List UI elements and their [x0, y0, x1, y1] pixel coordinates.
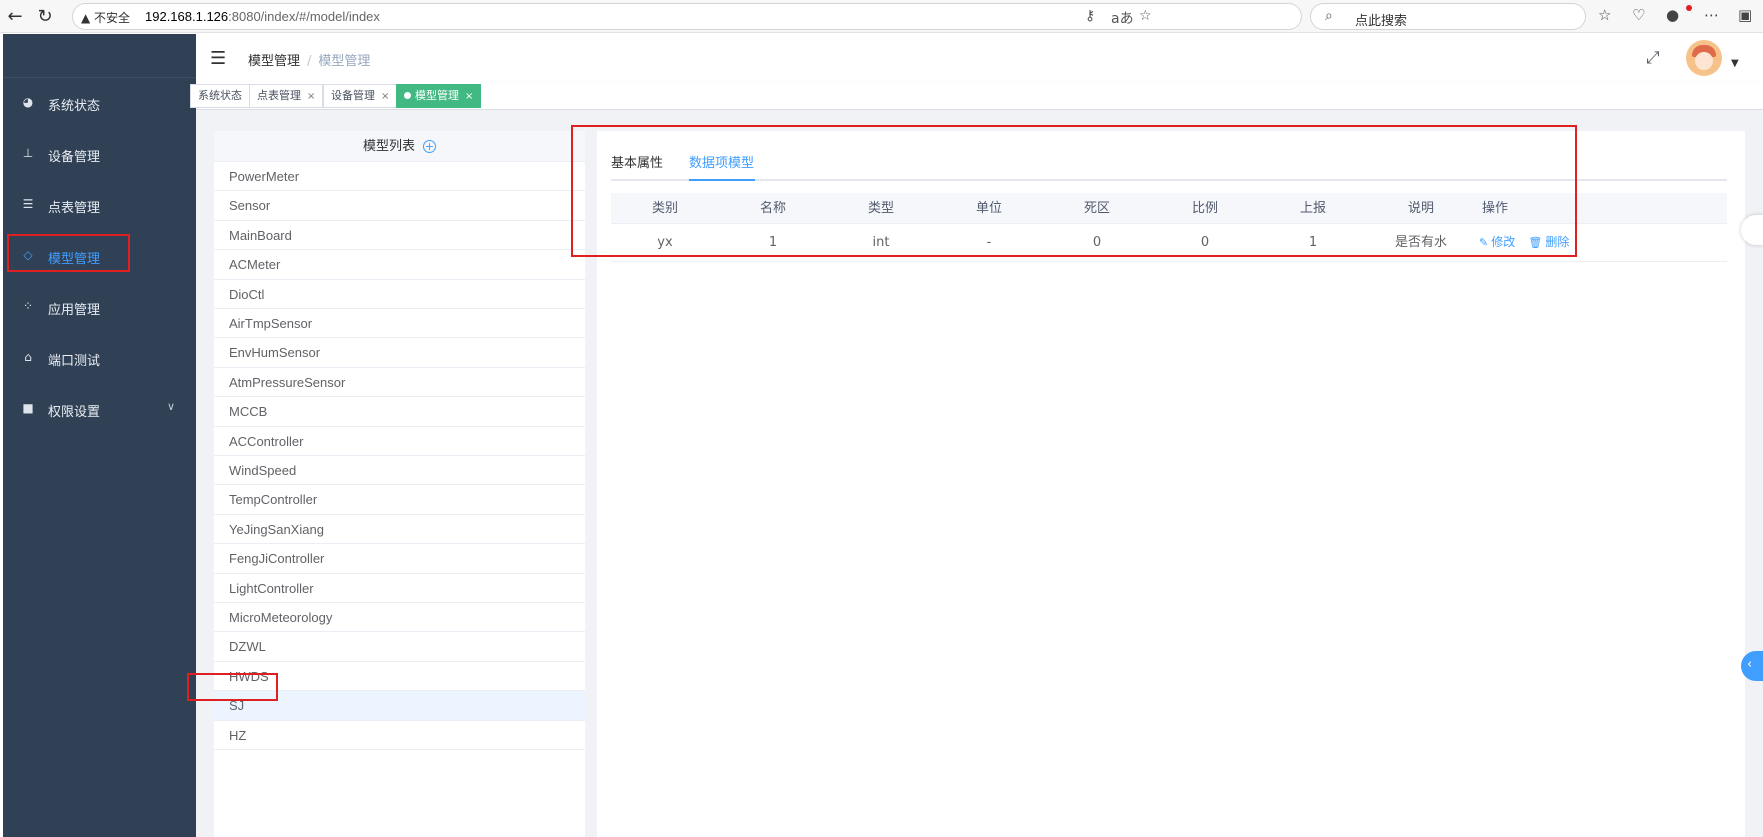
port-icon: ⌂ [24, 350, 32, 364]
sidebar-item-label: 端口测试 [48, 354, 101, 369]
profile-icon[interactable]: ● [1666, 6, 1679, 24]
breadcrumb: 模型管理 / 模型管理 [248, 50, 370, 69]
more-icon[interactable]: ⋯ [1704, 6, 1719, 24]
translate-icon[interactable]: aあ [1111, 8, 1134, 28]
tag-device-management[interactable]: 设备管理 × [323, 84, 398, 108]
highlight-box-model-menu [7, 234, 130, 272]
dashboard-icon: ◕ [22, 95, 34, 109]
model-list-item[interactable]: ACMeter [214, 250, 585, 280]
model-list-item[interactable]: DioCtl [214, 280, 585, 309]
tag-point-table[interactable]: 点表管理 × [249, 84, 324, 108]
sidebar-item-label: 系统状态 [48, 99, 101, 114]
sidebar-logo-area [3, 34, 196, 78]
highlight-box-sj-item [187, 673, 278, 701]
favorite-star-icon[interactable]: ☆ [1139, 8, 1152, 24]
sidebar-item-port-test[interactable]: ⌂ 端口测试 [3, 333, 196, 384]
model-list-header: 模型列表 + [214, 131, 585, 162]
model-list-item[interactable]: Sensor [214, 191, 585, 221]
insecure-label: 不安全 [94, 11, 131, 25]
sidebar-item-app-management[interactable]: ⁘ 应用管理 [3, 282, 196, 333]
model-list-item[interactable]: ACController [214, 427, 585, 456]
model-list-item[interactable]: AirTmpSensor [214, 309, 585, 339]
key-icon[interactable]: ⚷ [1085, 8, 1095, 24]
url-host: 192.168.1.126 [145, 9, 229, 24]
browser-search-box[interactable]: ⌕ 点此搜索 [1310, 3, 1586, 30]
tree-icon: ⊥ [22, 146, 34, 160]
list-icon: ☰ [22, 197, 34, 211]
active-dot-icon [404, 92, 411, 99]
fullscreen-icon[interactable]: ⤢ [1646, 48, 1660, 68]
chevron-left-icon: ‹ [1747, 657, 1753, 672]
chevron-down-icon: ∨ [167, 400, 176, 413]
main-content: 模型列表 + PowerMeter Sensor MainBoard ACMeter Di… [187, 111, 1763, 837]
sidebar-item-label: 权限设置 [48, 405, 101, 420]
lock-icon: ■ [22, 401, 34, 415]
address-bar[interactable]: ▲ 不安全 192.168.1.126:8080/index/#/model/i… [72, 3, 1302, 30]
model-list-item[interactable]: YeJingSanXiang [214, 515, 585, 545]
floating-settings-button[interactable] [1741, 215, 1763, 245]
avatar-face [1695, 52, 1713, 70]
model-list-item[interactable]: TempController [214, 485, 585, 515]
model-list-item[interactable]: AtmPressureSensor [214, 368, 585, 398]
breadcrumb-item[interactable]: 模型管理 [248, 54, 300, 69]
floating-collapse-button[interactable]: ‹ [1741, 651, 1763, 681]
close-icon[interactable]: × [381, 91, 389, 102]
tag-label: 设备管理 [331, 89, 375, 102]
url-path: :8080/index/#/model/index [228, 9, 380, 24]
sidebar: ◕ 系统状态 ⊥ 设备管理 ☰ 点表管理 ◇ 模型管理 ⁘ 应用管理 ⌂ 端口测… [3, 34, 196, 837]
sidebar-item-label: 应用管理 [48, 303, 101, 318]
model-list-panel: 模型列表 + PowerMeter Sensor MainBoard ACMeter Di… [214, 131, 585, 837]
tag-system-status[interactable]: 系统状态 [190, 84, 250, 108]
avatar[interactable] [1686, 40, 1722, 76]
sidebar-item-label: 点表管理 [48, 201, 101, 216]
add-model-icon[interactable]: + [423, 140, 436, 153]
search-placeholder: 点此搜索 [1355, 14, 1408, 29]
sidebar-toggle-icon[interactable]: ▣ [1738, 6, 1752, 24]
back-icon[interactable]: ← [4, 6, 26, 28]
hamburger-icon[interactable]: ☰ [210, 48, 226, 69]
insecure-indicator[interactable]: ▲ 不安全 [81, 9, 130, 26]
model-list-item[interactable]: MainBoard [214, 221, 585, 251]
breadcrumb-item-current: 模型管理 [318, 54, 371, 69]
caret-down-icon[interactable]: ▼ [1731, 58, 1739, 69]
sidebar-item-label: 设备管理 [48, 150, 101, 165]
browser-toolbar: ← ↻ ▲ 不安全 192.168.1.126:8080/index/#/mod… [0, 0, 1763, 33]
tag-label: 点表管理 [257, 89, 301, 102]
apps-icon: ⁘ [22, 299, 34, 313]
model-list-item[interactable]: PowerMeter [214, 162, 585, 192]
sidebar-item-point-table[interactable]: ☰ 点表管理 [3, 180, 196, 231]
breadcrumb-separator: / [307, 54, 312, 69]
health-icon[interactable]: ♡ [1632, 6, 1645, 24]
search-icon: ⌕ [1325, 8, 1333, 24]
model-list-title: 模型列表 [362, 139, 415, 154]
close-icon[interactable]: × [307, 91, 315, 102]
top-navbar: ☰ 模型管理 / 模型管理 ⤢ ▼ [196, 34, 1763, 82]
notification-dot [1686, 5, 1692, 11]
model-list-item[interactable]: MCCB [214, 397, 585, 427]
model-list-item[interactable]: MicroMeteorology [214, 603, 585, 633]
highlight-box-data-table [571, 125, 1577, 257]
tags-view: 系统状态 点表管理 × 设备管理 × 模型管理 × [190, 82, 1763, 110]
favorites-icon[interactable]: ☆ [1598, 6, 1611, 24]
model-list-item[interactable]: FengJiController [214, 544, 585, 574]
tag-model-management[interactable]: 模型管理 × [396, 84, 482, 108]
sidebar-item-permissions[interactable]: ■ 权限设置 ∨ [3, 384, 196, 435]
model-list-item[interactable]: WindSpeed [214, 456, 585, 486]
model-list-item[interactable]: LightController [214, 574, 585, 603]
model-list-item[interactable]: DZWL [214, 632, 585, 662]
reload-icon[interactable]: ↻ [34, 6, 56, 28]
sidebar-item-device-management[interactable]: ⊥ 设备管理 [3, 129, 196, 180]
sidebar-item-system-status[interactable]: ◕ 系统状态 [3, 78, 196, 129]
model-list-item[interactable]: HZ [214, 721, 585, 750]
model-list-item[interactable]: EnvHumSensor [214, 338, 585, 368]
url-text: 192.168.1.126:8080/index/#/model/index [145, 9, 380, 24]
tag-label: 系统状态 [198, 89, 242, 102]
close-icon[interactable]: × [465, 91, 473, 102]
tag-label: 模型管理 [415, 89, 459, 102]
